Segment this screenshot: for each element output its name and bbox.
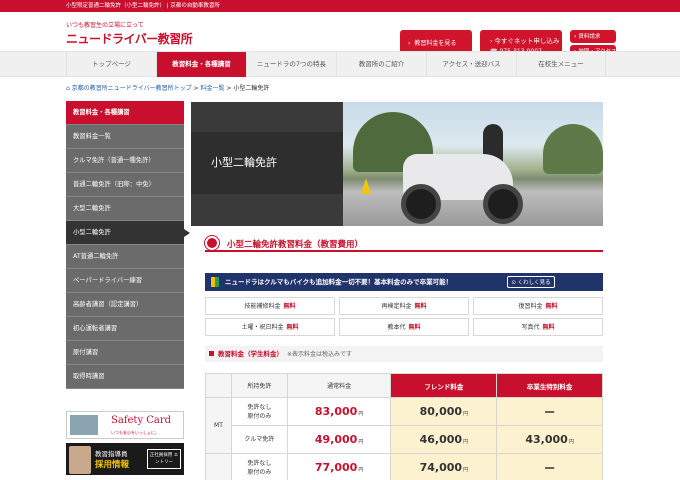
sidebar-item-at-motorcycle[interactable]: AT普通二輪免許 bbox=[66, 245, 184, 269]
license-cell: 免許なし 原付のみ bbox=[230, 397, 288, 426]
graduate-price: 43,000円 bbox=[496, 425, 603, 454]
recruit-line1: 教習指導員 bbox=[95, 450, 128, 458]
view-fee-label: 教習料金を見る bbox=[414, 40, 457, 47]
table-header bbox=[205, 373, 232, 398]
chevron-right-icon: › bbox=[490, 38, 493, 45]
safety-card-banner[interactable]: Safety Card いつも安心をいっしょに。 bbox=[66, 411, 184, 439]
breadcrumb-current: 小型二輪免許 bbox=[233, 85, 270, 92]
sidebar: 教習料金・各種講習 教習料金一覧 クルマ免許（普通一種免許） 普通二輪免許（旧称… bbox=[66, 101, 190, 389]
free-item: 土曜・祝日料金 無料 bbox=[205, 318, 335, 336]
sidebar-item-paper-driver[interactable]: ペーパードライバー練習 bbox=[66, 269, 184, 293]
square-bullet-icon bbox=[209, 351, 214, 356]
free-item: 再検定料金 無料 bbox=[339, 297, 469, 315]
transmission-group bbox=[205, 453, 232, 480]
sidebar-item-beginner-course[interactable]: 初心運転者講習 bbox=[66, 317, 184, 341]
promo-details-label: くわしく見る bbox=[517, 280, 551, 286]
sidebar-heading: 教習料金・各種講習 bbox=[66, 101, 184, 125]
tree-shape bbox=[543, 124, 603, 174]
sidebar-item-standard-motorcycle[interactable]: 普通二輪免許（旧称：中免） bbox=[66, 173, 184, 197]
license-cell: 免許なし 原付のみ bbox=[230, 453, 288, 480]
nav-about[interactable]: 教習所のご紹介 bbox=[336, 52, 426, 77]
recruit-banner[interactable]: 教習指導員 採用情報 正社員採用 エントリー bbox=[66, 443, 184, 475]
sidebar-item-moped-course[interactable]: 原付講習 bbox=[66, 341, 184, 365]
breadcrumb-parent[interactable]: 料金一覧 bbox=[200, 85, 224, 92]
fee-heading: 教習料金（学生料金） ※表示料金は税込みです bbox=[205, 346, 603, 362]
table-header: フレンド料金 bbox=[390, 373, 498, 398]
main-nav: トップページ 教習料金・各種講習 ニュードラの7つの特長 教習所のご紹介 アクセ… bbox=[0, 51, 680, 77]
request-materials-label: 資料請求 bbox=[578, 34, 601, 40]
graduate-price: ー bbox=[496, 397, 603, 426]
hero-title: 小型二輪免許 bbox=[211, 156, 277, 169]
friend-price: 80,000円 bbox=[390, 397, 498, 426]
nav-fees[interactable]: 教習料金・各種講習 bbox=[156, 52, 246, 77]
promo-text: ニュードラはクルマもバイクも追加料金一切不要！基本料金のみで卒業可能！ bbox=[225, 278, 453, 286]
license-cell: クルマ免許 bbox=[230, 425, 288, 454]
breadcrumb-sep: > bbox=[224, 85, 234, 92]
sidebar-item-small-motorcycle[interactable]: 小型二輪免許 bbox=[66, 221, 190, 245]
motorcycle-wheel bbox=[483, 184, 523, 224]
table-row: MT 免許なし 原付のみ 83,000円 80,000円 ー bbox=[205, 397, 603, 454]
free-item: 教本代 無料 bbox=[339, 318, 469, 336]
section-title: 小型二輪免許教習料金（教習費用） bbox=[205, 236, 603, 252]
normal-price: 77,000円 bbox=[286, 453, 392, 480]
sidebar-item-acquisition-course[interactable]: 取得時講習 bbox=[66, 365, 184, 389]
nav-top[interactable]: トップページ bbox=[66, 52, 156, 77]
nav-students[interactable]: 在校生メニュー bbox=[516, 52, 606, 77]
chevron-right-icon: › bbox=[408, 40, 411, 47]
graduate-price: ー bbox=[496, 453, 603, 480]
friend-price: 46,000円 bbox=[390, 425, 498, 454]
online-apply-label: 今すぐネット申し込み bbox=[494, 37, 560, 45]
hero-banner: 小型二輪免許 bbox=[191, 102, 603, 226]
free-item: 技能補修料金 無料 bbox=[205, 297, 335, 315]
motorcycle-wheel bbox=[401, 184, 441, 224]
tax-note: ※表示料金は税込みです bbox=[287, 351, 353, 358]
mascot-icon bbox=[205, 236, 219, 250]
sidebar-item-car[interactable]: クルマ免許（普通一種免許） bbox=[66, 149, 184, 173]
chevron-right-icon: › bbox=[574, 33, 577, 40]
table-header: 通常料金 bbox=[286, 373, 392, 398]
recruit-line2: 採用情報 bbox=[95, 460, 130, 470]
table-row: クルマ免許 49,000円 46,000円 43,000円 bbox=[206, 425, 603, 454]
fee-table: 所持免許 通常料金 フレンド料金 卒業生特別料金 MT 免許なし 原付のみ 83,… bbox=[205, 373, 603, 480]
promo-bar: ニュードラはクルマもバイクも追加料金一切不要！基本料金のみで卒業可能！ ⊙ くわ… bbox=[205, 273, 603, 291]
table-row: 免許なし 原付のみ 77,000円 74,000円 ー bbox=[205, 453, 603, 480]
breadcrumb-home[interactable]: 京都の教習所ニュードライバー教習所トップ bbox=[72, 85, 192, 92]
top-strip: 小型限定普通二輪免許（小型二輪免許） | 京都の自動車教習所 bbox=[0, 0, 680, 12]
promo-details-button[interactable]: ⊙ くわしく見る bbox=[507, 276, 555, 288]
breadcrumb: ⌂ 京都の教習所ニュードライバー教習所トップ > 料金一覧 > 小型二輪免許 bbox=[66, 83, 606, 95]
free-item: 写真代 無料 bbox=[473, 318, 603, 336]
normal-price: 83,000円 bbox=[286, 397, 392, 426]
safety-card-title: Safety Card bbox=[111, 415, 172, 426]
safety-card-image bbox=[70, 415, 98, 435]
transmission-group: MT bbox=[205, 397, 232, 454]
traffic-cone bbox=[361, 178, 371, 194]
safety-card-subtitle: いつも安心をいっしょに。 bbox=[111, 430, 159, 435]
recruit-entry: 正社員採用 エントリー bbox=[147, 449, 181, 469]
nav-access[interactable]: アクセス・送迎バス bbox=[426, 52, 516, 77]
site-logo[interactable]: ニュードライバー教習所 bbox=[66, 30, 193, 47]
logo-tagline: いつも教習生の立場に立って bbox=[66, 22, 144, 29]
section-title-text: 小型二輪免許教習料金（教習費用） bbox=[227, 240, 364, 250]
normal-price: 49,000円 bbox=[286, 425, 392, 454]
sidebar-item-large-motorcycle[interactable]: 大型二輪免許 bbox=[66, 197, 184, 221]
request-materials-button[interactable]: › 資料請求 bbox=[570, 30, 616, 43]
table-header: 卒業生特別料金 bbox=[496, 373, 603, 398]
sidebar-item-fee-list[interactable]: 教習料金一覧 bbox=[66, 125, 184, 149]
beginner-mark-icon bbox=[211, 277, 219, 287]
motorcycle-photo bbox=[343, 102, 603, 226]
table-header: 所持免許 bbox=[230, 373, 288, 398]
instructor-photo bbox=[69, 446, 91, 474]
sidebar-item-elderly-course[interactable]: 高齢者講習（認定講習） bbox=[66, 293, 184, 317]
free-item: 復習料金 無料 bbox=[473, 297, 603, 315]
site-header: いつも教習生の立場に立って ニュードライバー教習所 › 教習料金を見る › 今すぐ… bbox=[0, 12, 680, 58]
nav-features[interactable]: ニュードラの7つの特長 bbox=[246, 52, 336, 77]
fee-heading-title: 教習料金（学生料金） bbox=[218, 350, 283, 358]
friend-price: 74,000円 bbox=[390, 453, 498, 480]
